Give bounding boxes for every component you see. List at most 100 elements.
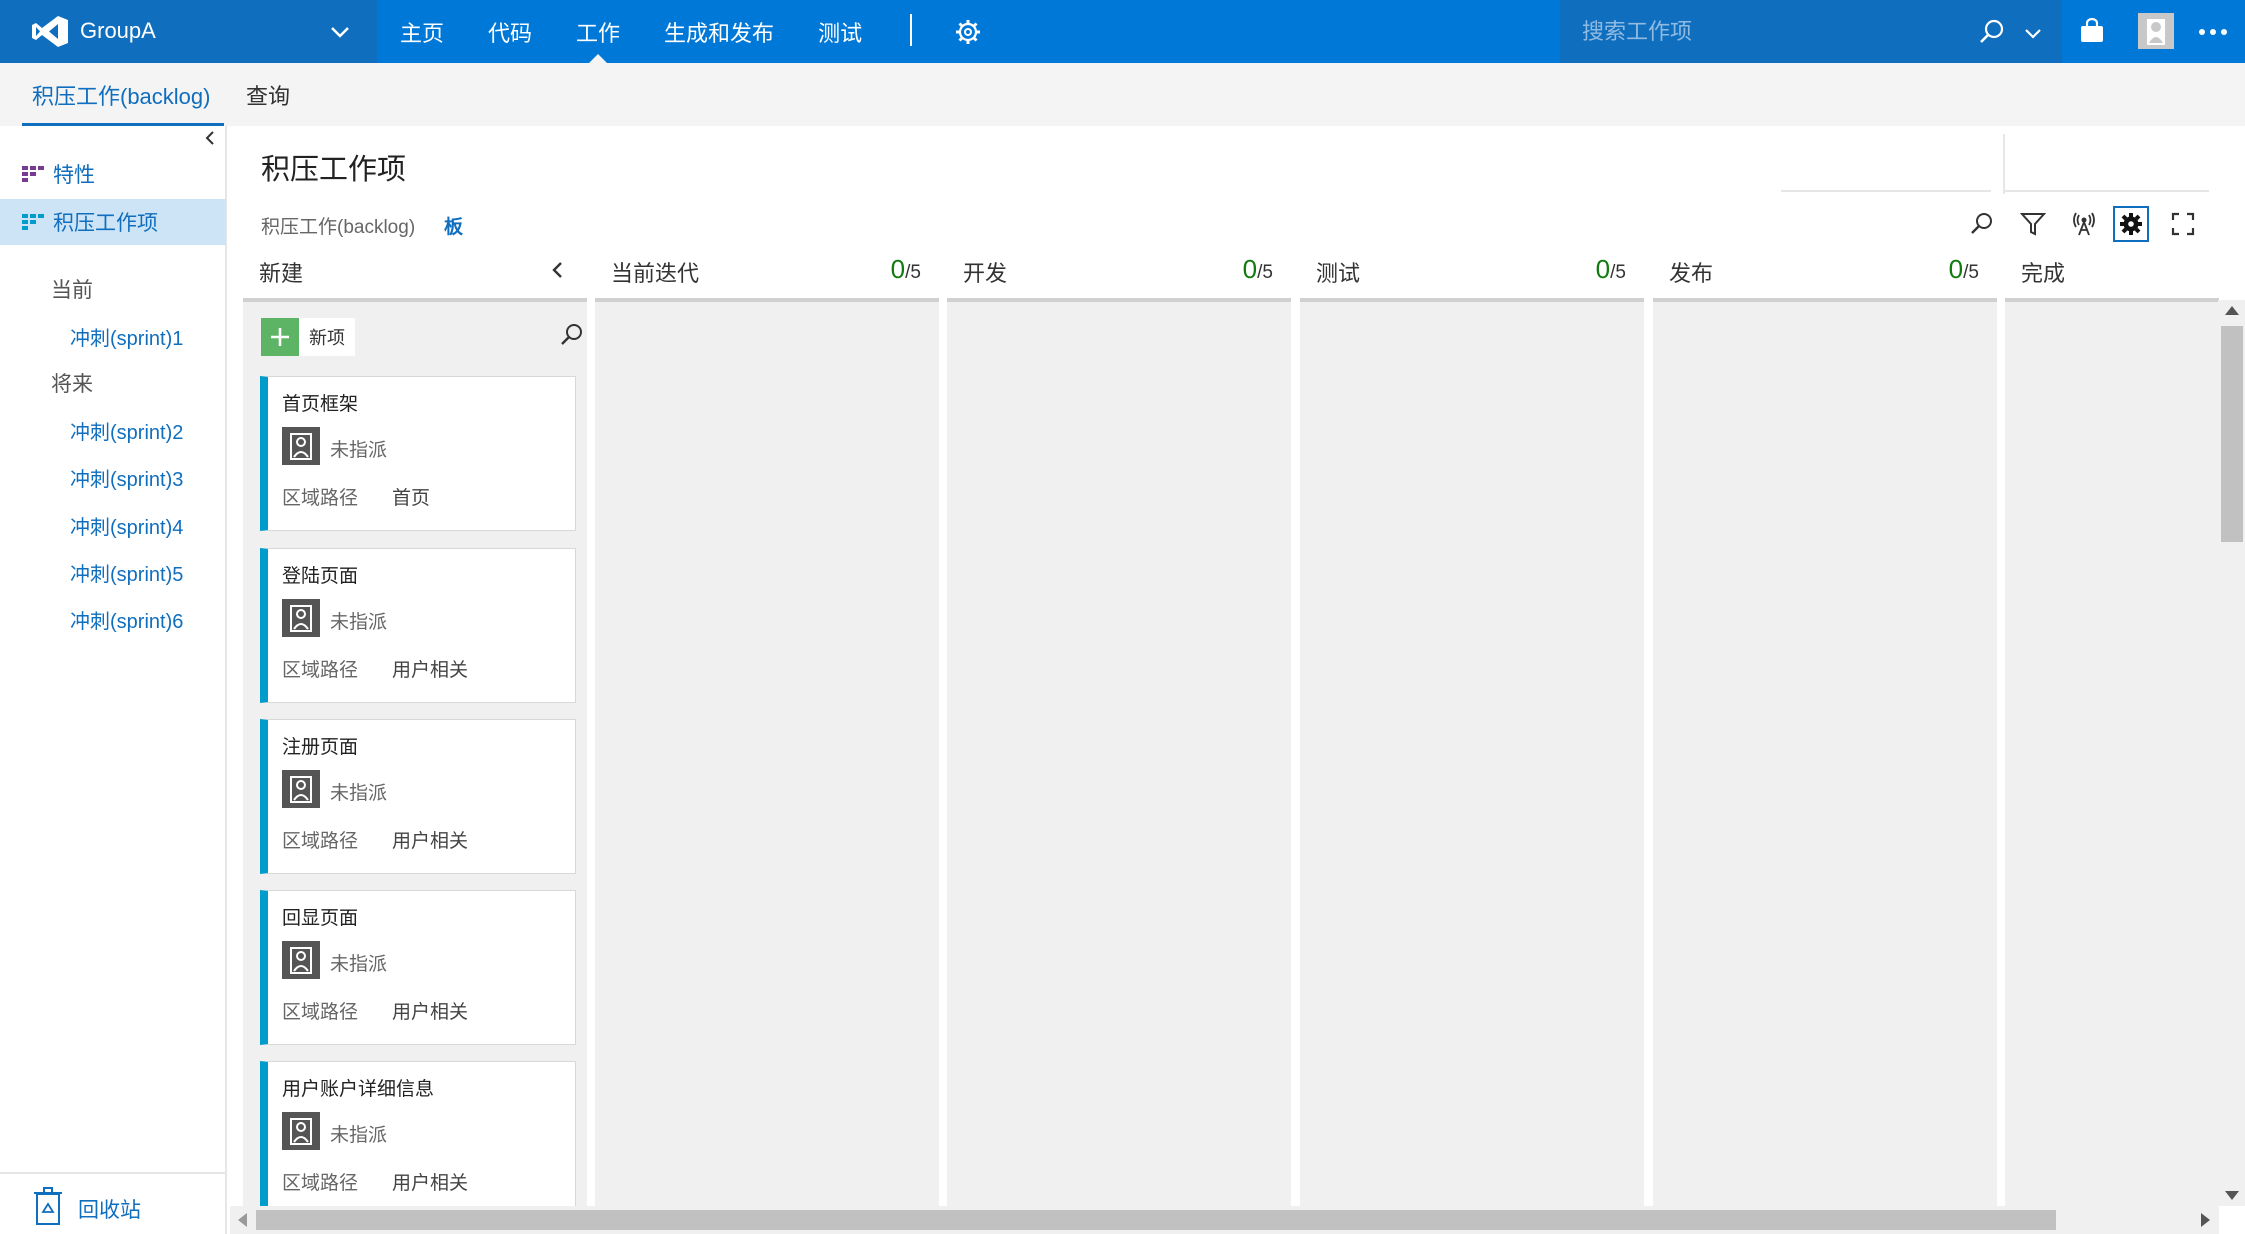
search-icon[interactable] bbox=[559, 322, 585, 348]
card-title: 首页框架 bbox=[282, 393, 359, 415]
collapse-column-icon[interactable] bbox=[549, 260, 567, 280]
column-test[interactable] bbox=[1300, 298, 1644, 1234]
add-new-item-button[interactable]: 新项 bbox=[261, 318, 355, 356]
column-header-done: 完成 bbox=[2005, 250, 2245, 290]
sidebar-sprint-3[interactable]: 冲刺(sprint)3 bbox=[70, 463, 183, 492]
backlog-icon bbox=[22, 166, 44, 182]
sidebar-sprint-4[interactable]: 冲刺(sprint)4 bbox=[70, 511, 183, 540]
sidebar-sprint-6[interactable]: 冲刺(sprint)6 bbox=[70, 605, 183, 634]
gear-icon bbox=[2120, 213, 2142, 235]
wip-limit: /5 bbox=[1963, 262, 1979, 283]
sidebar-group-current: 当前 bbox=[51, 279, 93, 302]
work-item-card[interactable]: 登陆页面 未指派 区域路径 用户相关 bbox=[260, 548, 576, 703]
recycle-bin-icon[interactable] bbox=[34, 1186, 62, 1226]
nav-home[interactable]: 主页 bbox=[378, 0, 466, 63]
column-name: 测试 bbox=[1316, 261, 1361, 286]
main-nav: 主页 代码 工作 生成和发布 测试 bbox=[378, 0, 884, 63]
gear-icon[interactable] bbox=[955, 19, 981, 45]
wip-count: 0/5 bbox=[1243, 254, 1273, 285]
scroll-right-arrow-icon[interactable] bbox=[2201, 1213, 2210, 1227]
column-new: 新项 首页框架 未指派 区域路径 首页 登陆页面 未指派 区域路径 用户相关 注… bbox=[243, 298, 587, 1234]
column-header-current-iteration: 当前迭代 0/5 bbox=[595, 250, 935, 290]
column-name: 发布 bbox=[1669, 261, 1714, 286]
person-icon bbox=[2147, 19, 2165, 45]
fullscreen-icon bbox=[2171, 212, 2195, 236]
wip-current: 0 bbox=[890, 254, 906, 284]
tab-queries[interactable]: 查询 bbox=[246, 63, 290, 126]
scroll-down-arrow-icon[interactable] bbox=[2225, 1191, 2239, 1200]
board-settings-button[interactable] bbox=[2113, 206, 2149, 242]
wip-limit: /5 bbox=[1257, 262, 1273, 283]
card-area-label: 区域路径 bbox=[282, 831, 359, 852]
scroll-up-arrow-icon[interactable] bbox=[2225, 306, 2239, 315]
pivot-board[interactable]: 板 bbox=[444, 212, 463, 239]
card-area-label: 区域路径 bbox=[282, 488, 359, 509]
sidebar-sprint-1[interactable]: 冲刺(sprint)1 bbox=[70, 322, 183, 351]
fullscreen-button[interactable] bbox=[2165, 206, 2201, 242]
work-item-card[interactable]: 首页框架 未指派 区域路径 首页 bbox=[260, 376, 576, 531]
search-icon[interactable] bbox=[1978, 18, 2006, 46]
sub-navigation: 积压工作(backlog) 查询 bbox=[0, 63, 2245, 126]
live-updates-button[interactable] bbox=[2066, 206, 2102, 242]
pivot-backlog[interactable]: 积压工作(backlog) bbox=[261, 212, 415, 239]
sidebar-group-future: 将来 bbox=[51, 373, 93, 396]
card-area-value[interactable]: 用户相关 bbox=[392, 826, 468, 853]
card-area-value[interactable]: 首页 bbox=[392, 483, 430, 510]
vertical-scrollbar[interactable] bbox=[2218, 300, 2245, 1206]
wip-count: 0/5 bbox=[1949, 254, 1979, 285]
main-content: 积压工作项 积压工作(backlog) 板 新建 当前迭代 0/5 开发 0/5… bbox=[229, 126, 2245, 1234]
work-item-card[interactable]: 用户账户详细信息 未指派 区域路径 用户相关 bbox=[260, 1061, 576, 1216]
wip-count: 0/5 bbox=[1596, 254, 1626, 285]
visual-studio-logo-icon bbox=[32, 16, 68, 47]
column-develop[interactable] bbox=[947, 298, 1291, 1234]
nav-code[interactable]: 代码 bbox=[466, 0, 554, 63]
sidebar-item-backlog-items[interactable]: 积压工作项 bbox=[0, 199, 226, 245]
collapse-sidebar-icon[interactable] bbox=[200, 128, 220, 148]
chevron-down-icon[interactable] bbox=[2022, 22, 2044, 44]
backlog-sidebar: 特性 积压工作项 当前 冲刺(sprint)1 将来 冲刺(sprint)2 冲… bbox=[0, 126, 227, 1234]
scrollbar-thumb[interactable] bbox=[2221, 326, 2243, 542]
sidebar-sprint-5[interactable]: 冲刺(sprint)5 bbox=[70, 558, 183, 587]
chevron-down-icon[interactable] bbox=[326, 18, 354, 46]
scroll-left-arrow-icon[interactable] bbox=[238, 1213, 247, 1227]
card-assignee[interactable]: 未指派 bbox=[330, 435, 387, 462]
column-current-iteration[interactable] bbox=[595, 298, 939, 1234]
user-avatar[interactable] bbox=[2138, 13, 2174, 49]
project-switcher[interactable]: GroupA bbox=[0, 0, 377, 63]
column-name: 开发 bbox=[963, 261, 1008, 286]
card-area-label: 区域路径 bbox=[282, 1002, 359, 1023]
work-item-card[interactable]: 注册页面 未指派 区域路径 用户相关 bbox=[260, 719, 576, 874]
tab-backlog[interactable]: 积压工作(backlog) bbox=[21, 63, 226, 126]
board-search-button[interactable] bbox=[1964, 206, 2000, 242]
unassigned-avatar-icon bbox=[282, 770, 320, 808]
card-assignee[interactable]: 未指派 bbox=[330, 778, 387, 805]
recycle-bin-link[interactable]: 回收站 bbox=[78, 1194, 141, 1224]
card-area-value[interactable]: 用户相关 bbox=[392, 997, 468, 1024]
column-release[interactable] bbox=[1653, 298, 1997, 1234]
scrollbar-thumb[interactable] bbox=[256, 1210, 2056, 1230]
search-input[interactable] bbox=[1582, 12, 1962, 52]
nav-test[interactable]: 测试 bbox=[796, 0, 884, 63]
work-item-card[interactable]: 回显页面 未指派 区域路径 用户相关 bbox=[260, 890, 576, 1045]
card-area-value[interactable]: 用户相关 bbox=[392, 1168, 468, 1195]
marketplace-bag-icon[interactable] bbox=[2078, 17, 2106, 45]
card-assignee[interactable]: 未指派 bbox=[330, 1120, 387, 1147]
search-icon bbox=[1971, 213, 1992, 234]
filter-button[interactable] bbox=[2015, 206, 2051, 242]
nav-build-release[interactable]: 生成和发布 bbox=[642, 0, 796, 63]
horizontal-scrollbar[interactable] bbox=[230, 1206, 2218, 1234]
more-options-icon[interactable] bbox=[2198, 28, 2228, 36]
sidebar-sprint-2[interactable]: 冲刺(sprint)2 bbox=[70, 416, 183, 445]
column-header-develop: 开发 0/5 bbox=[947, 250, 1287, 290]
sidebar-item-features[interactable]: 特性 bbox=[0, 151, 226, 197]
card-area-value[interactable]: 用户相关 bbox=[392, 655, 468, 682]
page-title: 积压工作项 bbox=[261, 154, 407, 186]
card-assignee[interactable]: 未指派 bbox=[330, 949, 387, 976]
card-title: 登陆页面 bbox=[282, 565, 359, 587]
column-done[interactable] bbox=[2005, 298, 2219, 1234]
card-assignee[interactable]: 未指派 bbox=[330, 607, 387, 634]
wip-limit: /5 bbox=[1610, 262, 1626, 283]
kanban-board: 新建 当前迭代 0/5 开发 0/5 测试 0/5 发布 0/5 完成 新项 首… bbox=[243, 250, 2245, 1234]
nav-work[interactable]: 工作 bbox=[554, 0, 642, 63]
unassigned-avatar-icon bbox=[282, 427, 320, 465]
